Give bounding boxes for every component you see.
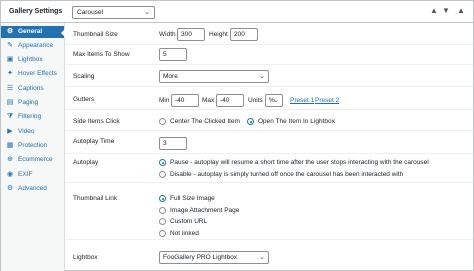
sidebar-item-label: General bbox=[18, 28, 43, 35]
width-label: Width bbox=[159, 31, 176, 38]
sidebar-item-filtering[interactable]: ⧩ Filtering bbox=[1, 111, 64, 123]
preset-2-link[interactable]: Preset 2 bbox=[315, 97, 339, 104]
height-label: Height bbox=[209, 31, 228, 38]
template-select-value: Carousel bbox=[77, 9, 104, 16]
chevron-down-icon: ⌄ bbox=[144, 9, 150, 16]
lock-icon: ▦ bbox=[6, 142, 14, 149]
template-select[interactable]: Carousel ⌄ bbox=[72, 6, 155, 19]
scaling-select[interactable]: More ⌄ bbox=[159, 70, 269, 83]
gutter-max-label: Max bbox=[202, 97, 215, 104]
settings-sidebar: ⚙ General ✎ Appearance ▣ Lightbox ✦ Hove… bbox=[1, 23, 65, 271]
side-items-click-label: Side Items Click bbox=[73, 118, 120, 125]
chevron-down-icon: ⌄ bbox=[259, 73, 265, 80]
sidebar-item-paging[interactable]: ▤ Paging bbox=[1, 97, 64, 109]
sidebar-item-hover-effects[interactable]: ✦ Hover Effects bbox=[1, 68, 64, 80]
radio-image-attachment-page[interactable] bbox=[159, 207, 166, 214]
collapse-icon[interactable]: ▲ bbox=[457, 6, 465, 15]
hover-icon: ✦ bbox=[7, 70, 13, 77]
sidebar-item-general[interactable]: ⚙ General bbox=[1, 26, 65, 38]
row-max-items: Max Items To Show 5 bbox=[65, 45, 473, 65]
autoplay-time-input[interactable]: 3 bbox=[159, 137, 187, 150]
row-thumbnail-link: Thumbnail Link Full Size Image Image Att… bbox=[65, 192, 473, 240]
thumbnail-width-input[interactable]: 300 bbox=[177, 28, 205, 41]
radio-autoplay-pause[interactable] bbox=[159, 159, 166, 166]
lightbox-select[interactable]: FooGallery PRO Lightbox ⌄ bbox=[159, 251, 269, 264]
filter-icon: ⧩ bbox=[6, 113, 14, 120]
units-label: Units bbox=[248, 97, 263, 104]
row-thumbnail-size: Thumbnail Size Width 300 Height 200 bbox=[65, 25, 473, 45]
sidebar-item-label: Protection bbox=[18, 142, 48, 149]
radio-center-clicked-item[interactable] bbox=[159, 118, 166, 125]
lightbox-icon: ▣ bbox=[6, 56, 14, 63]
row-scaling: Scaling More ⌄ bbox=[65, 67, 473, 87]
radio-open-in-lightbox[interactable] bbox=[247, 118, 254, 125]
row-gutters: Gutters Min -40 Max -40 Units % ⌄ Preset… bbox=[65, 90, 473, 110]
sidebar-item-video[interactable]: ▶ Video bbox=[1, 126, 64, 138]
radio-autoplay-disable[interactable] bbox=[159, 171, 166, 178]
option-label: Full Size Image bbox=[170, 195, 215, 202]
sidebar-item-protection[interactable]: ▦ Protection bbox=[1, 140, 64, 152]
radio-not-linked[interactable] bbox=[159, 230, 166, 237]
move-up-icon[interactable]: ▲ bbox=[430, 6, 438, 15]
sidebar-item-label: Captions bbox=[18, 85, 44, 92]
sidebar-item-label: Video bbox=[18, 128, 35, 135]
max-items-input[interactable]: 5 bbox=[159, 48, 187, 61]
sidebar-item-lightbox[interactable]: ▣ Lightbox bbox=[1, 54, 64, 66]
option-label: Open The Item In Lightbox bbox=[258, 118, 335, 125]
brush-icon: ✎ bbox=[7, 42, 13, 49]
option-label: Not linked bbox=[170, 230, 199, 237]
move-down-icon[interactable]: ▼ bbox=[442, 6, 450, 15]
lightbox-label: Lightbox bbox=[73, 254, 98, 261]
panel-header: Gallery Settings Carousel ⌄ ▲ ▼ ▲ bbox=[1, 1, 473, 23]
sidebar-item-label: Lightbox bbox=[18, 56, 43, 63]
sidebar-item-advanced[interactable]: ⚙ Advanced bbox=[1, 183, 64, 195]
autoplay-label: Autoplay bbox=[73, 159, 99, 166]
sidebar-item-exif[interactable]: ◉ EXIF bbox=[1, 169, 64, 181]
option-label: Center The Clicked Item bbox=[170, 118, 240, 125]
autoplay-time-label: Autoplay Time bbox=[73, 138, 115, 145]
advanced-gear-icon: ⚙ bbox=[6, 185, 14, 192]
row-side-items-click: Side Items Click Center The Clicked Item… bbox=[65, 113, 473, 131]
gutter-min-label: Min bbox=[159, 97, 170, 104]
row-autoplay: Autoplay Pause - autoplay will resume a … bbox=[65, 155, 473, 183]
paging-icon: ▤ bbox=[6, 99, 14, 106]
units-select[interactable]: % ⌄ bbox=[265, 94, 283, 107]
row-lightbox: Lightbox FooGallery PRO Lightbox ⌄ bbox=[65, 249, 473, 269]
radio-full-size-image[interactable] bbox=[159, 195, 166, 202]
thumbnail-link-label: Thumbnail Link bbox=[73, 195, 118, 202]
sidebar-item-label: Advanced bbox=[18, 185, 47, 192]
gallery-settings-panel: Gallery Settings Carousel ⌄ ▲ ▼ ▲ ⚙ Gene… bbox=[0, 0, 474, 271]
sidebar-item-label: Ecommerce bbox=[18, 156, 53, 163]
row-autoplay-time: Autoplay Time 3 bbox=[65, 133, 473, 154]
option-label: Image Attachment Page bbox=[170, 207, 240, 214]
option-label: Custom URL bbox=[170, 218, 208, 225]
captions-icon: ☰ bbox=[6, 85, 14, 92]
camera-icon: ◉ bbox=[6, 171, 14, 178]
chevron-down-icon: ⌄ bbox=[259, 254, 265, 261]
video-icon: ▶ bbox=[7, 128, 13, 135]
sidebar-item-label: Paging bbox=[18, 99, 39, 106]
preset-1-link[interactable]: Preset 1 bbox=[290, 97, 314, 104]
sidebar-item-label: EXIF bbox=[18, 171, 33, 178]
option-label: Pause - autoplay will resume a short tim… bbox=[170, 159, 429, 166]
gear-icon: ⚙ bbox=[6, 28, 14, 35]
chevron-down-icon: ⌄ bbox=[273, 97, 279, 104]
option-label: Disable - autoplay is simply turned off … bbox=[170, 171, 404, 178]
sidebar-item-appearance[interactable]: ✎ Appearance bbox=[1, 40, 64, 52]
radio-custom-url[interactable] bbox=[159, 218, 166, 225]
gutter-min-input[interactable]: -40 bbox=[171, 94, 199, 107]
thumbnail-height-input[interactable]: 200 bbox=[230, 28, 258, 41]
scaling-label: Scaling bbox=[73, 73, 95, 80]
thumbnail-size-label: Thumbnail Size bbox=[73, 31, 118, 38]
gutter-max-input[interactable]: -40 bbox=[216, 94, 244, 107]
sidebar-item-label: Filtering bbox=[18, 113, 42, 120]
gutters-label: Gutters bbox=[73, 96, 95, 103]
sidebar-item-ecommerce[interactable]: ⊕ Ecommerce bbox=[1, 154, 64, 166]
max-items-label: Max Items To Show bbox=[73, 51, 130, 58]
cart-icon: ⊕ bbox=[7, 156, 13, 163]
sidebar-item-captions[interactable]: ☰ Captions bbox=[1, 83, 64, 95]
sidebar-item-label: Appearance bbox=[18, 42, 54, 49]
sidebar-item-label: Hover Effects bbox=[18, 70, 57, 77]
panel-title: Gallery Settings bbox=[9, 8, 63, 15]
